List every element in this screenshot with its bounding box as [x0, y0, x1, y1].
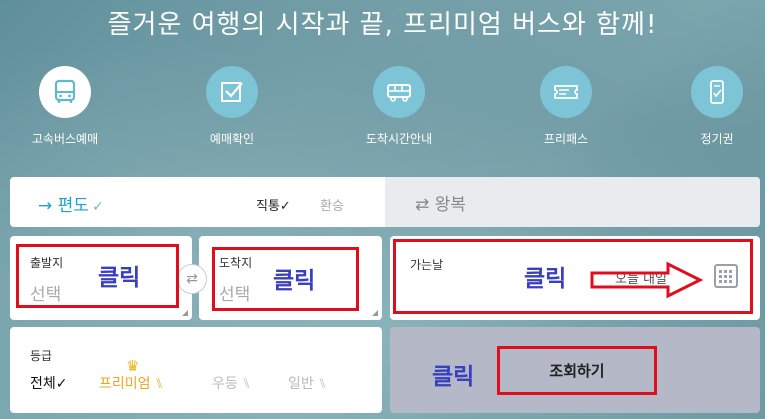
- grade-panel: 등급 ♛ 전체✓ 프리미엄 ⑊ 우등 ⑊ 일반 ⑊: [10, 327, 382, 413]
- trip-type-panel: → 편도 ✓ 직통✓ 환승 ⇄ 왕복: [10, 177, 760, 227]
- grade-all-option[interactable]: 전체✓: [30, 373, 68, 393]
- search-button[interactable]: 조회하기: [497, 346, 657, 395]
- transfer-option[interactable]: 환승: [320, 195, 344, 214]
- nav-label: 프리패스: [543, 132, 589, 146]
- grade-normal-label: 일반: [288, 376, 314, 392]
- service-nav: 고속버스예매 예매확인 도착시간안내 프리패스 정기권: [0, 66, 765, 156]
- seat-icon: ⑊: [318, 376, 327, 392]
- nav-item-arrival-info[interactable]: 도착시간안내: [339, 66, 459, 147]
- annotation-click-arrival: 클릭: [273, 268, 316, 294]
- ticket-icon: [540, 66, 592, 118]
- check-icon: ✓: [279, 199, 291, 214]
- bus-side-icon: [373, 66, 425, 118]
- page-title: 즐거운 여행의 시작과 끝, 프리미엄 버스와 함께!: [107, 10, 658, 40]
- pass-icon: [691, 66, 743, 118]
- grade-label: 등급: [30, 349, 53, 363]
- grade-premium-option[interactable]: 프리미엄 ⑊: [99, 373, 163, 393]
- arrow-right-icon: →: [38, 196, 53, 216]
- nav-item-free-pass[interactable]: 프리패스: [506, 66, 626, 147]
- roundtrip-option[interactable]: ⇄ 왕복: [385, 177, 760, 227]
- seat-icon: ⑊: [242, 376, 251, 392]
- nav-label: 예매확인: [209, 132, 255, 146]
- nav-item-season-pass[interactable]: 정기권: [657, 66, 765, 147]
- grade-premium-label: 프리미엄: [99, 376, 151, 392]
- annotation-click-date: 클릭: [524, 266, 567, 292]
- seat-icon: ⑊: [154, 376, 164, 392]
- direct-label: 직통: [256, 199, 280, 214]
- grade-normal-option[interactable]: 일반 ⑊: [288, 373, 327, 393]
- annotation-click-departure: 클릭: [98, 265, 141, 291]
- roundtrip-label: 왕복: [434, 195, 466, 215]
- checkbox-icon: [206, 66, 258, 118]
- oneway-label: 편도: [57, 196, 89, 216]
- nav-item-booking-check[interactable]: 예매확인: [172, 66, 292, 147]
- nav-label: 도착시간안내: [365, 132, 433, 146]
- nav-label: 정기권: [700, 132, 734, 146]
- resize-corner-icon: [182, 310, 188, 316]
- swap-arrows-icon: ⇄: [415, 195, 430, 215]
- resize-corner-icon: [372, 310, 378, 316]
- annotation-click-search: 클릭: [432, 364, 475, 390]
- nav-item-express-booking[interactable]: 고속버스예매: [5, 66, 125, 147]
- bus-icon: [39, 66, 91, 118]
- oneway-option[interactable]: → 편도 ✓: [38, 191, 104, 216]
- nav-label: 고속버스예매: [31, 132, 99, 146]
- swap-locations-button[interactable]: ⇄: [177, 264, 207, 294]
- grade-superior-option[interactable]: 우등 ⑊: [212, 373, 251, 393]
- check-icon: ✓: [55, 376, 68, 392]
- direct-option[interactable]: 직통✓: [256, 195, 291, 214]
- check-icon: ✓: [91, 199, 104, 215]
- annotation-arrow-icon: [590, 261, 704, 299]
- grade-superior-label: 우등: [212, 376, 238, 392]
- grade-all-label: 전체: [30, 376, 56, 392]
